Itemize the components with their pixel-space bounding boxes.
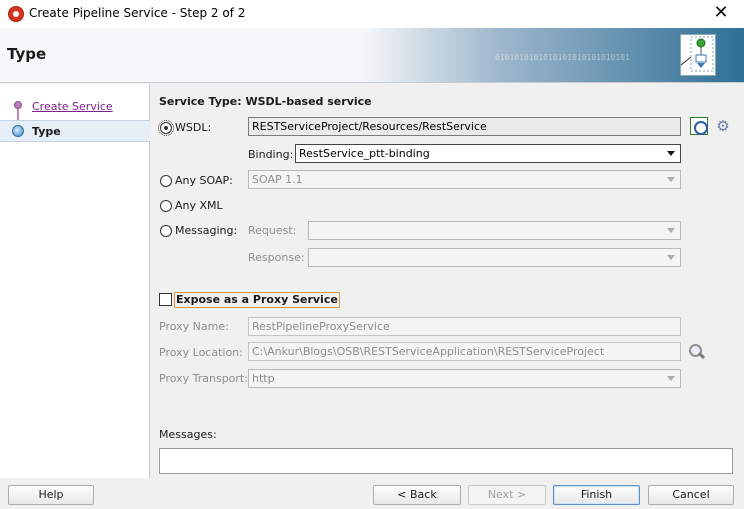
soap-version-value: SOAP 1.1	[252, 173, 303, 186]
request-label: Request:	[248, 224, 297, 237]
proxy-transport-select[interactable]: http	[248, 369, 681, 388]
finish-button[interactable]: Finish	[553, 485, 640, 505]
expose-proxy-label[interactable]: Expose as a Proxy Service	[174, 292, 340, 308]
proxy-location-label: Proxy Location:	[159, 346, 243, 359]
pipeline-wizard-icon	[680, 34, 716, 76]
proxy-transport-value: http	[252, 372, 275, 385]
close-icon[interactable]: ✕	[698, 0, 744, 28]
messaging-label: Messaging:	[175, 224, 238, 237]
binding-value: RestService_ptt-binding	[299, 147, 430, 160]
wizard-footer: Help < Back Next > Finish Cancel	[0, 478, 744, 509]
wizard-content: Service Type: WSDL-based service WSDL: R…	[151, 84, 744, 478]
wsdl-radio[interactable]	[158, 120, 174, 136]
step-create-service[interactable]: Create Service	[0, 96, 150, 118]
next-button-label: Next >	[487, 488, 527, 501]
wizard-header: Type 0101010101010101010101010101	[0, 28, 744, 83]
chevron-down-icon	[667, 255, 675, 260]
proxy-name-field[interactable]: RestPipelineProxyService	[248, 317, 681, 336]
soap-version-select[interactable]: SOAP 1.1	[248, 170, 681, 189]
finish-button-label: Finish	[580, 488, 613, 501]
any-soap-radio[interactable]	[160, 175, 172, 187]
proxy-location-field[interactable]: C:\Ankur\Blogs\OSB\RESTServiceApplicatio…	[248, 342, 681, 361]
title-bar: Create Pipeline Service - Step 2 of 2 ✕	[0, 0, 744, 28]
page-title: Type	[7, 45, 47, 63]
any-xml-radio[interactable]	[160, 200, 172, 212]
next-button[interactable]: Next >	[468, 485, 546, 505]
response-select[interactable]	[308, 248, 681, 267]
any-soap-label: Any SOAP:	[175, 174, 233, 187]
help-button[interactable]: Help	[8, 485, 94, 505]
chevron-down-icon	[667, 151, 675, 156]
back-button-label: < Back	[397, 488, 437, 501]
section-title: Service Type: WSDL-based service	[159, 95, 372, 108]
help-button-label: Help	[38, 488, 64, 501]
step-create-service-label[interactable]: Create Service	[32, 100, 113, 113]
binding-label: Binding:	[248, 148, 294, 161]
step-type-label: Type	[32, 125, 61, 138]
browse-wsdl-icon[interactable]	[690, 117, 708, 135]
cancel-button-label: Cancel	[672, 488, 710, 501]
binding-select[interactable]: RestService_ptt-binding	[295, 144, 681, 163]
proxy-transport-label: Proxy Transport:	[159, 372, 248, 385]
messaging-radio[interactable]	[160, 225, 172, 237]
messages-area[interactable]	[159, 448, 733, 474]
chevron-down-icon	[667, 228, 675, 233]
wsdl-label: WSDL:	[175, 121, 212, 134]
request-select[interactable]	[308, 221, 681, 240]
binary-decoration: 0101010101010101010101010101	[495, 53, 630, 62]
expose-proxy-checkbox[interactable]	[159, 293, 172, 306]
step-completed-icon	[14, 101, 22, 109]
wsdl-field[interactable]: RESTServiceProject/Resources/RestService	[248, 117, 681, 136]
cancel-button[interactable]: Cancel	[648, 485, 734, 505]
chevron-down-icon	[667, 177, 675, 182]
gear-icon[interactable]: ⚙	[714, 117, 732, 135]
window-title: Create Pipeline Service - Step 2 of 2	[29, 6, 246, 20]
step-current-icon	[12, 125, 24, 137]
messages-label: Messages:	[159, 428, 217, 441]
search-icon[interactable]	[688, 343, 706, 361]
response-label: Response:	[248, 251, 305, 264]
app-logo-icon	[8, 6, 24, 22]
any-xml-label: Any XML	[175, 199, 223, 212]
back-button[interactable]: < Back	[373, 485, 461, 505]
wizard-steps-nav: Create Service Type	[0, 84, 150, 478]
step-type[interactable]: Type	[0, 120, 150, 142]
proxy-name-label: Proxy Name:	[159, 320, 229, 333]
chevron-down-icon	[667, 376, 675, 381]
